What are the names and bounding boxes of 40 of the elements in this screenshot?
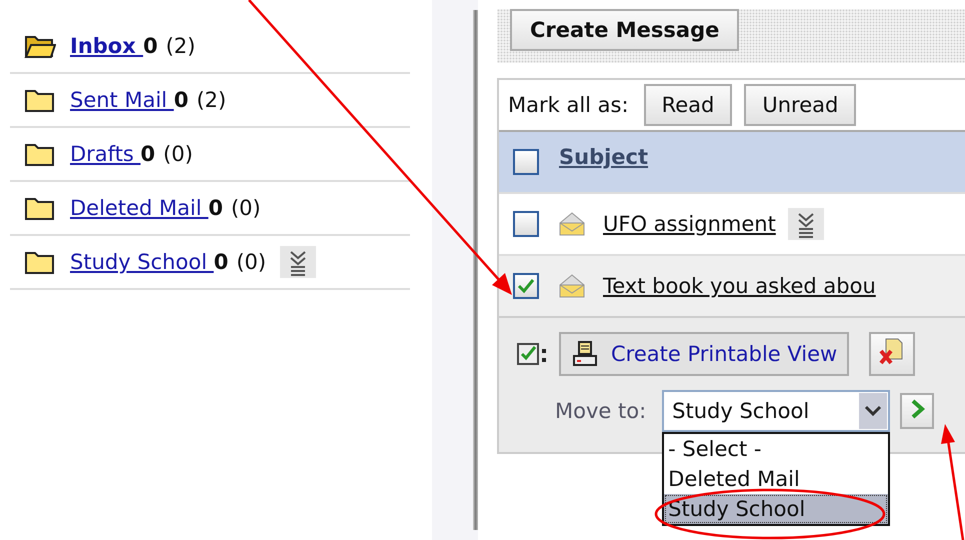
unread-count: 0 [143,34,158,58]
envelope-icon [559,274,585,298]
total-count: (2) [196,88,226,112]
check-icon [516,276,536,296]
checkbox[interactable] [513,211,539,237]
folder-dropdown[interactable]: Study School [662,390,890,432]
unread-count: 0 [174,88,188,112]
create-message-button[interactable]: Create Message [510,9,740,51]
total-count: (0) [230,196,261,220]
message-subject-link[interactable]: UFO assignment [603,212,776,236]
mark-all-label: Mark all as: [508,93,629,117]
unread-count: 0 [214,250,228,274]
total-count: (0) [163,142,193,166]
checkbox[interactable] [513,149,539,175]
dropdown-option[interactable]: Study School [664,494,888,524]
folder-link[interactable]: Deleted Mail [70,196,208,220]
folder-link[interactable]: Sent Mail [70,88,174,112]
subject-column-link[interactable]: Subject [559,145,648,169]
dropdown-option[interactable]: - Select - [664,434,888,464]
go-button[interactable] [900,393,934,429]
folder-link[interactable]: Study School [70,250,214,274]
checkbox[interactable] [513,273,539,299]
unread-count: 0 [140,142,156,166]
dropdown-option[interactable]: Deleted Mail [664,464,888,494]
mark-button[interactable]: Read [644,84,732,126]
printer-icon [571,340,599,368]
folder-link[interactable]: Inbox [70,34,144,58]
total-count: (0) [236,250,266,274]
checked-items-icon [517,342,549,366]
mark-button[interactable]: Unread [744,84,856,126]
chevron-right-icon [910,398,926,420]
delete-button[interactable] [869,332,916,376]
unread-count: 0 [208,196,223,220]
total-count: (2) [166,34,196,58]
envelope-icon [559,212,585,236]
create-printable-view-button[interactable]: Create Printable View [559,332,850,376]
menu-icon[interactable] [280,246,316,278]
move-to-label: Move to: [555,399,646,423]
folder-link[interactable]: Drafts [70,142,141,166]
menu-icon[interactable] [788,208,824,240]
